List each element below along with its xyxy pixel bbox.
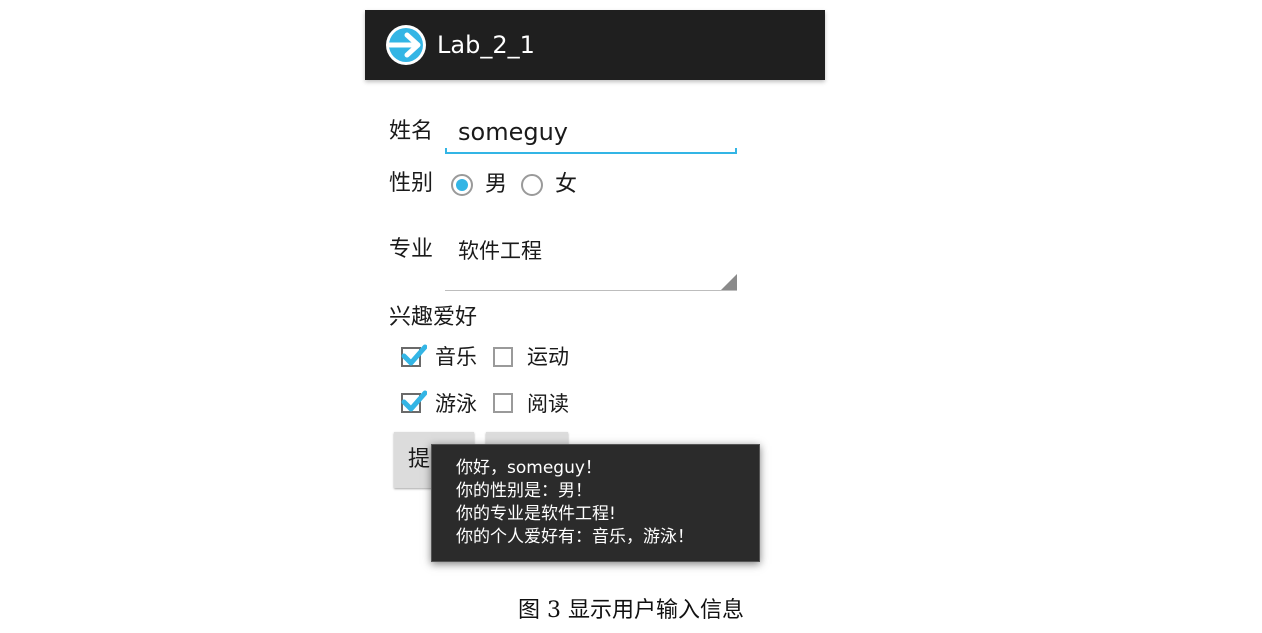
hobby-checkbox-swimming[interactable]: [401, 390, 427, 413]
app-title: Lab_2_1: [437, 31, 535, 59]
gender-radio-male[interactable]: [451, 174, 473, 196]
hobby-label-swimming[interactable]: 游泳: [435, 390, 477, 418]
toast-line-greeting: 你好，someguy！: [456, 458, 602, 478]
toast-line-major: 你的专业是软件工程!: [456, 504, 616, 524]
toast-message: 你好，someguy！ 你的性别是：男！ 你的专业是软件工程! 你的个人爱好有：…: [431, 444, 760, 562]
gender-radio-male-label[interactable]: 男: [485, 171, 507, 199]
name-input-underline: [445, 148, 737, 154]
hobby-checkbox-reading[interactable]: [493, 393, 513, 413]
hobby-label-sports[interactable]: 运动: [527, 343, 569, 371]
major-label: 专业: [389, 237, 434, 262]
hobbies-label: 兴趣爱好: [389, 305, 478, 330]
name-input[interactable]: [445, 112, 737, 152]
arrow-right-icon[interactable]: [385, 24, 427, 66]
toast-line-hobbies: 你的个人爱好有：音乐，游泳！: [456, 527, 694, 547]
gender-radio-female-label[interactable]: 女: [555, 171, 577, 199]
figure-caption: 图 3 显示用户输入信息: [518, 598, 744, 623]
toast-line-gender: 你的性别是：男！: [456, 481, 592, 501]
name-label: 姓名: [389, 119, 434, 144]
hobby-checkbox-sports[interactable]: [493, 347, 513, 367]
gender-label: 性别: [389, 171, 434, 196]
phone-screen: Lab_2_1 姓名 性别 男 女 专业 软件工程 兴趣爱好 音乐 运动 游泳 …: [365, 10, 825, 570]
major-spinner-value: 软件工程: [458, 239, 542, 263]
hobby-label-reading[interactable]: 阅读: [527, 390, 569, 418]
spinner-dropdown-icon: [721, 274, 737, 290]
major-spinner[interactable]: 软件工程: [445, 230, 737, 292]
major-spinner-underline: [445, 290, 737, 291]
action-bar: Lab_2_1: [365, 10, 825, 80]
hobby-label-music[interactable]: 音乐: [435, 343, 477, 371]
gender-radio-female[interactable]: [521, 174, 543, 196]
checkmark-icon: [401, 390, 427, 412]
hobby-checkbox-music[interactable]: [401, 344, 427, 367]
checkmark-icon: [401, 344, 427, 366]
